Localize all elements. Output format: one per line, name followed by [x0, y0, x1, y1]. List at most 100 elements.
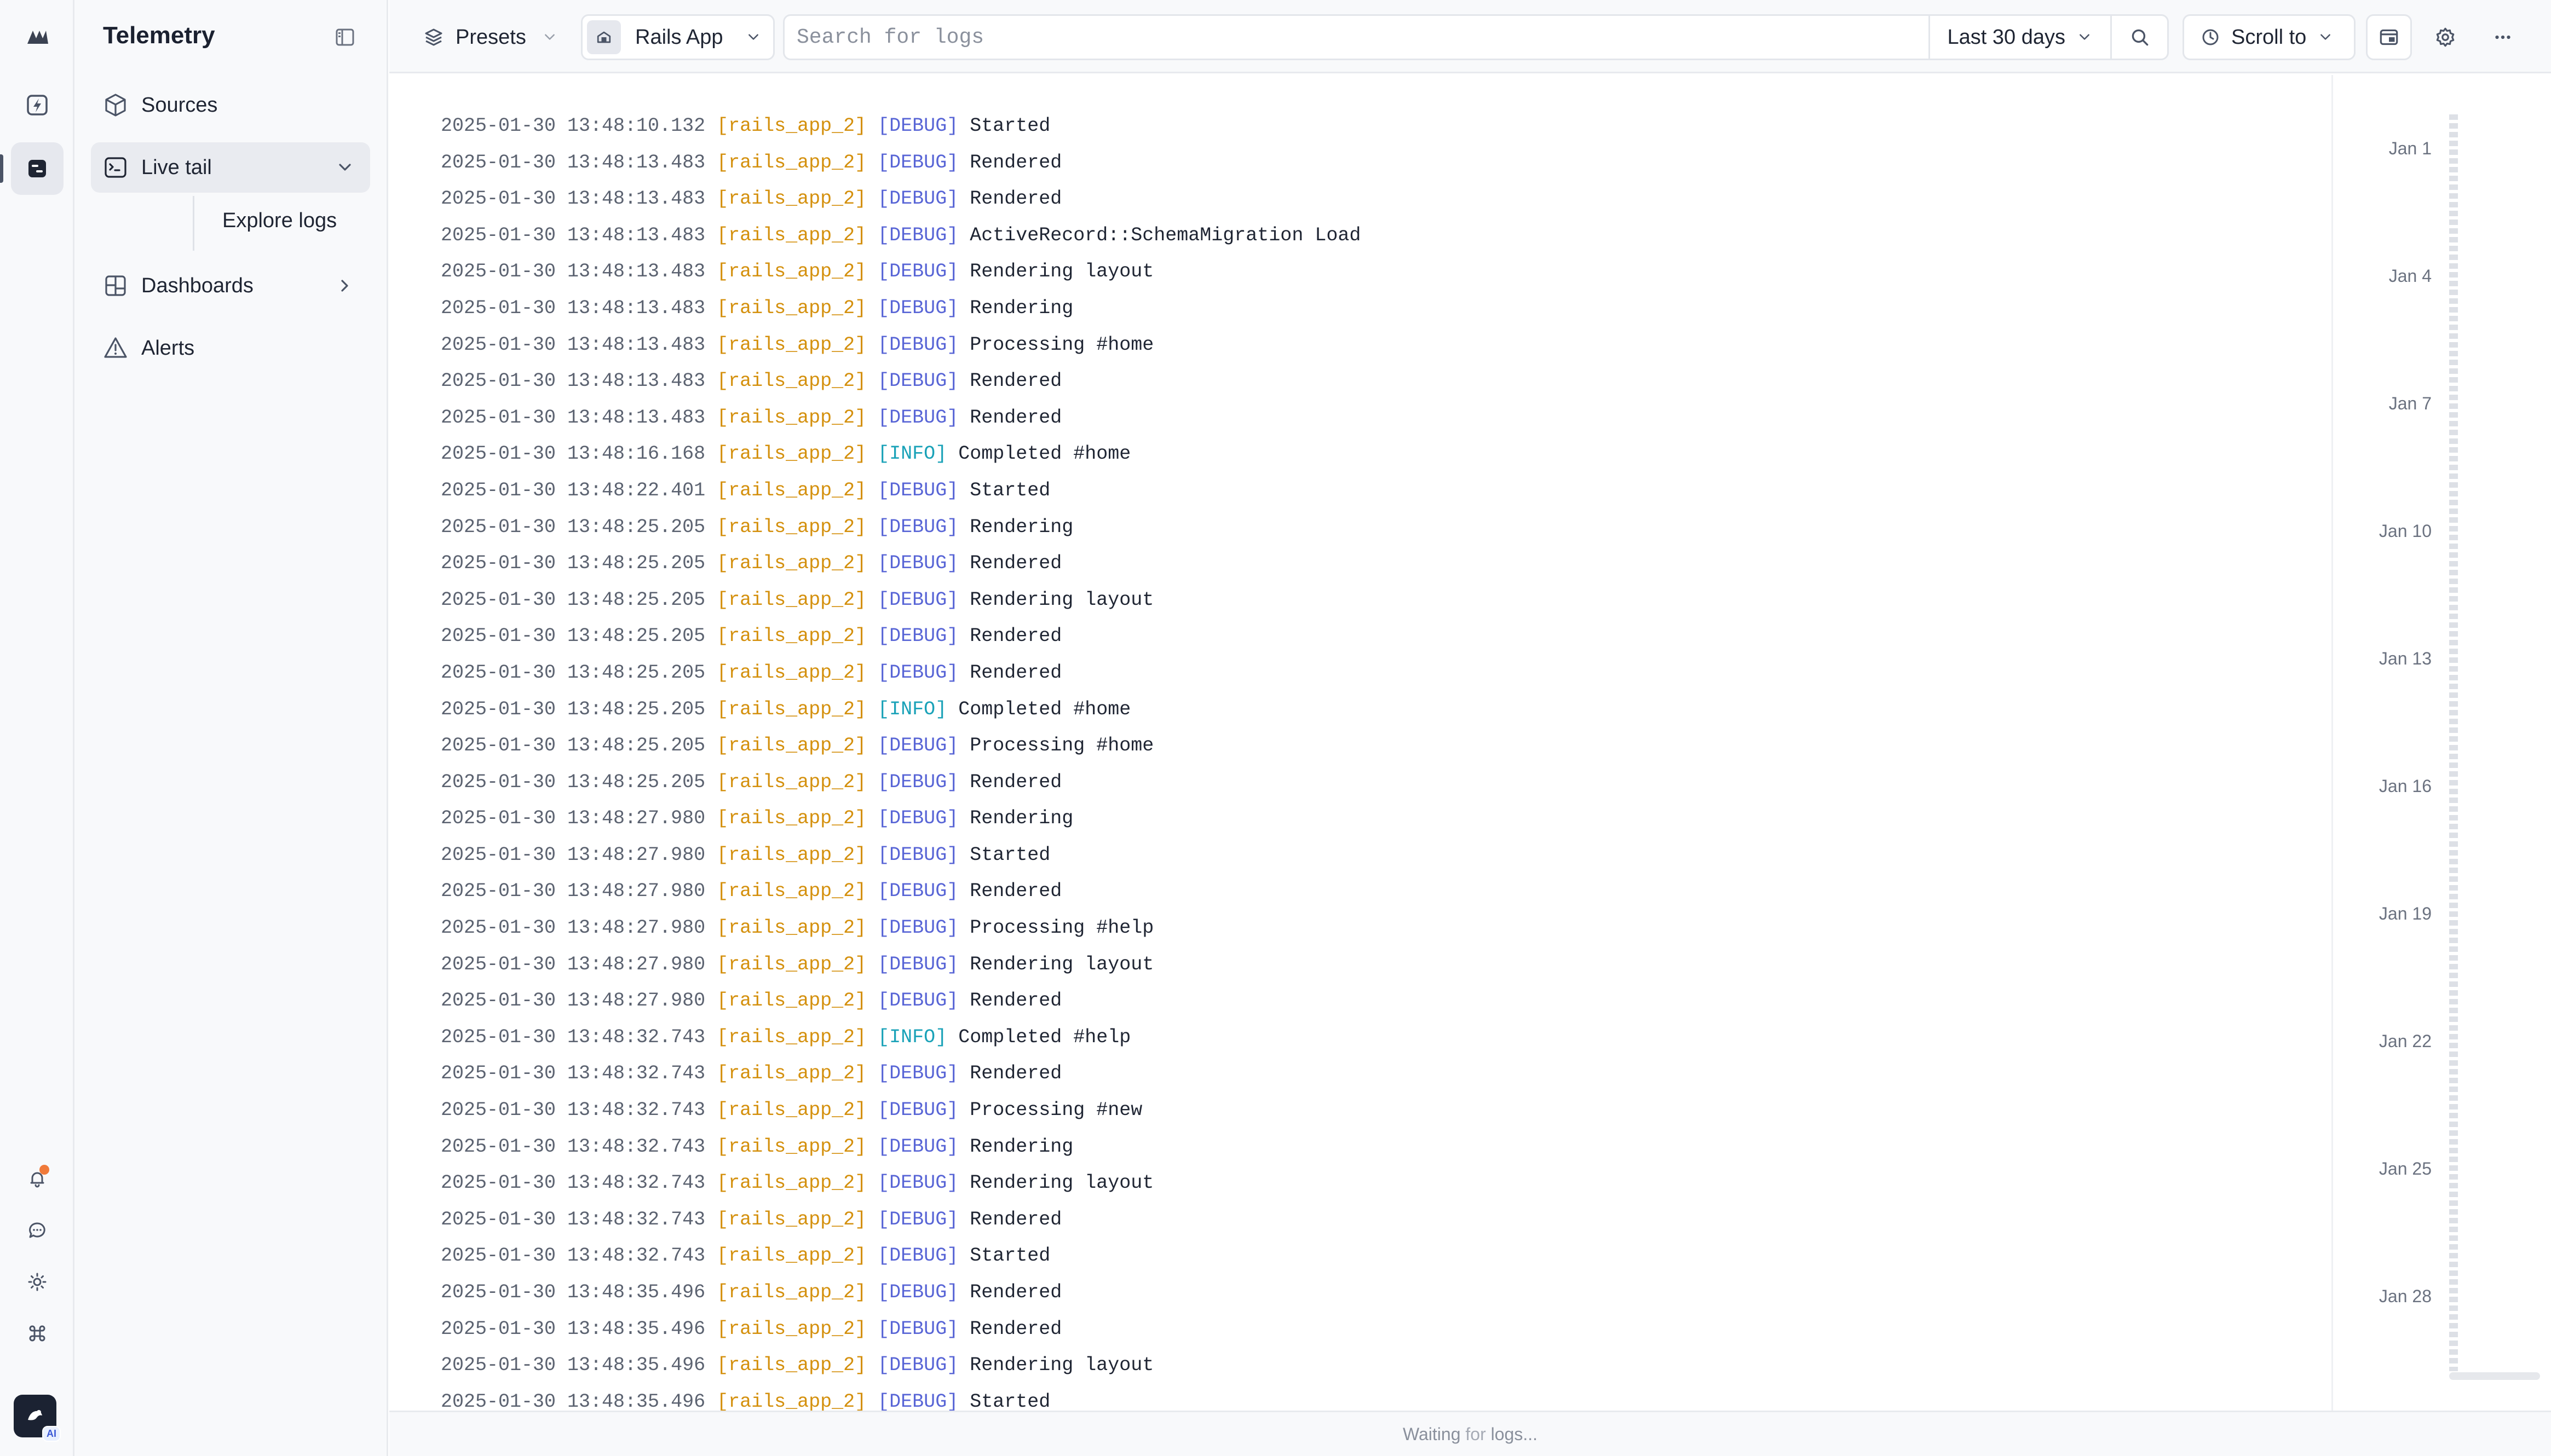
- log-row[interactable]: 2025-01-30 13:48:32.743 [rails_app_2] [D…: [441, 1201, 1361, 1238]
- time-range-dropdown[interactable]: Last 30 days: [1928, 16, 2110, 59]
- log-row[interactable]: 2025-01-30 13:48:13.483 [rails_app_2] [D…: [441, 181, 1361, 217]
- log-row[interactable]: 2025-01-30 13:48:13.483 [rails_app_2] [D…: [441, 253, 1361, 290]
- timeline[interactable]: Jan 1Jan 4Jan 7Jan 10Jan 13Jan 16Jan 19J…: [2331, 75, 2551, 1411]
- log-row[interactable]: 2025-01-30 13:48:13.483 [rails_app_2] [D…: [441, 327, 1361, 363]
- presets-label: Presets: [456, 26, 526, 49]
- subtree-line: [193, 196, 194, 251]
- log-row[interactable]: 2025-01-30 13:48:13.483 [rails_app_2] [D…: [441, 145, 1361, 181]
- sun-icon[interactable]: [11, 1256, 64, 1308]
- more-button[interactable]: [2480, 14, 2526, 60]
- sidebar-toggle-icon: [334, 26, 356, 48]
- log-row[interactable]: 2025-01-30 13:48:32.743 [rails_app_2] [I…: [441, 1019, 1361, 1056]
- log-row[interactable]: 2025-01-30 13:48:35.496 [rails_app_2] [D…: [441, 1347, 1361, 1384]
- search-button[interactable]: [2110, 16, 2167, 59]
- horizontal-scrollbar[interactable]: [2449, 1372, 2540, 1380]
- log-row[interactable]: 2025-01-30 13:48:25.205 [rails_app_2] [D…: [441, 727, 1361, 764]
- logo-icon[interactable]: [11, 10, 64, 62]
- sidebar-item-sources[interactable]: Sources: [91, 80, 370, 130]
- log-row[interactable]: 2025-01-30 13:48:27.980 [rails_app_2] [D…: [441, 910, 1361, 946]
- log-row[interactable]: 2025-01-30 13:48:35.496 [rails_app_2] [D…: [441, 1311, 1361, 1348]
- log-row[interactable]: 2025-01-30 13:48:25.205 [rails_app_2] [D…: [441, 764, 1361, 801]
- log-row[interactable]: 2025-01-30 13:48:27.980 [rails_app_2] [D…: [441, 946, 1361, 983]
- log-row[interactable]: 2025-01-30 13:48:32.743 [rails_app_2] [D…: [441, 1129, 1361, 1165]
- log-row[interactable]: 2025-01-30 13:48:10.132 [rails_app_2] [D…: [441, 108, 1361, 145]
- bell-icon[interactable]: [11, 1153, 64, 1205]
- log-level: [DEBUG]: [878, 662, 958, 684]
- log-row[interactable]: 2025-01-30 13:48:25.205 [rails_app_2] [D…: [441, 509, 1361, 546]
- log-timestamp: 2025-01-30 13:48:32.743: [441, 1172, 705, 1194]
- timeline-label[interactable]: Jan 28: [2322, 1286, 2432, 1307]
- timeline-label[interactable]: Jan 25: [2322, 1159, 2432, 1179]
- timeline-label[interactable]: Jan 7: [2322, 394, 2432, 414]
- command-icon[interactable]: [11, 1307, 64, 1360]
- log-row[interactable]: 2025-01-30 13:48:32.743 [rails_app_2] [D…: [441, 1055, 1361, 1092]
- logs-icon[interactable]: [11, 142, 64, 195]
- sidebar-item-live-tail[interactable]: Live tail: [91, 142, 370, 193]
- log-message: Rendered: [970, 990, 1062, 1012]
- log-row[interactable]: 2025-01-30 13:48:27.980 [rails_app_2] [D…: [441, 800, 1361, 837]
- timeline-track[interactable]: [2449, 114, 2458, 1371]
- sidebar-item-dashboards[interactable]: Dashboards: [91, 261, 370, 311]
- settings-button[interactable]: [2422, 14, 2468, 60]
- log-level: [DEBUG]: [878, 297, 958, 319]
- timeline-label[interactable]: Jan 13: [2322, 649, 2432, 669]
- log-row[interactable]: 2025-01-30 13:48:27.980 [rails_app_2] [D…: [441, 983, 1361, 1019]
- timeline-label[interactable]: Jan 16: [2322, 776, 2432, 796]
- log-row[interactable]: 2025-01-30 13:48:27.980 [rails_app_2] [D…: [441, 837, 1361, 874]
- sidebar-item-alerts[interactable]: Alerts: [91, 323, 370, 373]
- log-timestamp: 2025-01-30 13:48:35.496: [441, 1354, 705, 1376]
- log-level: [DEBUG]: [878, 807, 958, 829]
- search-input[interactable]: [785, 16, 1928, 59]
- scroll-to-dropdown[interactable]: Scroll to: [2183, 14, 2356, 60]
- log-message: Rendered: [970, 880, 1062, 902]
- log-timestamp: 2025-01-30 13:48:32.743: [441, 1209, 705, 1230]
- log-panel: 2025-01-30 13:48:10.132 [rails_app_2] [D…: [389, 75, 2331, 1411]
- log-row[interactable]: 2025-01-30 13:48:16.168 [rails_app_2] [I…: [441, 436, 1361, 472]
- log-row[interactable]: 2025-01-30 13:48:32.743 [rails_app_2] [D…: [441, 1092, 1361, 1129]
- dashboard-icon: [102, 272, 129, 299]
- log-row[interactable]: 2025-01-30 13:48:25.205 [rails_app_2] [D…: [441, 582, 1361, 619]
- source-select[interactable]: Rails App: [581, 14, 775, 60]
- log-timestamp: 2025-01-30 13:48:32.743: [441, 1245, 705, 1267]
- log-source: [rails_app_2]: [717, 443, 866, 465]
- avatar[interactable]: AI: [14, 1395, 56, 1437]
- timeline-label[interactable]: Jan 22: [2322, 1031, 2432, 1051]
- log-row[interactable]: 2025-01-30 13:48:13.483 [rails_app_2] [D…: [441, 363, 1361, 400]
- split-view-button[interactable]: [2366, 14, 2412, 60]
- bolt-icon[interactable]: [11, 79, 64, 131]
- log-row[interactable]: 2025-01-30 13:48:25.205 [rails_app_2] [I…: [441, 691, 1361, 728]
- log-row[interactable]: 2025-01-30 13:48:22.401 [rails_app_2] [D…: [441, 472, 1361, 509]
- chevron-down-icon: [744, 28, 763, 47]
- log-row[interactable]: 2025-01-30 13:48:25.205 [rails_app_2] [D…: [441, 618, 1361, 655]
- collapse-sidebar-button[interactable]: [333, 25, 357, 49]
- log-row[interactable]: 2025-01-30 13:48:27.980 [rails_app_2] [D…: [441, 873, 1361, 910]
- log-message: Rendered: [970, 625, 1062, 647]
- presets-dropdown[interactable]: Presets: [413, 14, 561, 60]
- timeline-label[interactable]: Jan 4: [2322, 266, 2432, 286]
- timeline-label[interactable]: Jan 1: [2322, 138, 2432, 159]
- log-row[interactable]: 2025-01-30 13:48:25.205 [rails_app_2] [D…: [441, 655, 1361, 691]
- log-row[interactable]: 2025-01-30 13:48:35.496 [rails_app_2] [D…: [441, 1384, 1361, 1411]
- log-message: Rendered: [970, 662, 1062, 684]
- log-row[interactable]: 2025-01-30 13:48:25.205 [rails_app_2] [D…: [441, 545, 1361, 582]
- log-message: Rendered: [970, 370, 1062, 392]
- sidebar-item-explore-logs[interactable]: Explore logs: [222, 209, 337, 233]
- chevron-down-icon: [2075, 28, 2094, 47]
- timeline-label[interactable]: Jan 19: [2322, 904, 2432, 924]
- log-timestamp: 2025-01-30 13:48:13.483: [441, 188, 705, 210]
- log-level: [DEBUG]: [878, 1209, 958, 1230]
- log-row[interactable]: 2025-01-30 13:48:13.483 [rails_app_2] [D…: [441, 290, 1361, 327]
- status-logs: logs...: [1491, 1424, 1537, 1444]
- log-row[interactable]: 2025-01-30 13:48:35.496 [rails_app_2] [D…: [441, 1274, 1361, 1311]
- log-row[interactable]: 2025-01-30 13:48:13.483 [rails_app_2] [D…: [441, 217, 1361, 254]
- log-source: [rails_app_2]: [717, 224, 866, 246]
- log-row[interactable]: 2025-01-30 13:48:32.743 [rails_app_2] [D…: [441, 1165, 1361, 1201]
- log-source: [rails_app_2]: [717, 297, 866, 319]
- log-timestamp: 2025-01-30 13:48:25.205: [441, 625, 705, 647]
- timeline-label[interactable]: Jan 10: [2322, 521, 2432, 541]
- log-source: [rails_app_2]: [717, 844, 866, 866]
- chat-icon[interactable]: [11, 1204, 64, 1257]
- log-row[interactable]: 2025-01-30 13:48:13.483 [rails_app_2] [D…: [441, 400, 1361, 436]
- log-row[interactable]: 2025-01-30 13:48:32.743 [rails_app_2] [D…: [441, 1238, 1361, 1274]
- log-message: Started: [970, 115, 1050, 137]
